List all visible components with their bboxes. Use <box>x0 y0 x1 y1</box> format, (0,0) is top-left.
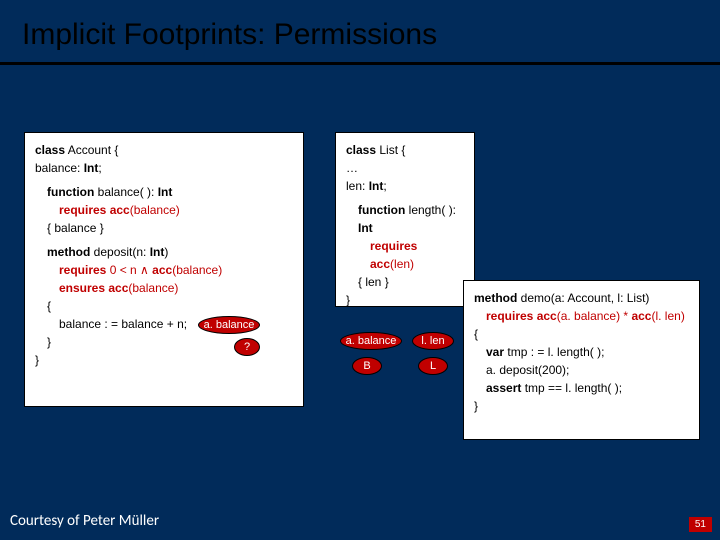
text: * <box>620 309 631 323</box>
kw-method: method <box>47 245 90 259</box>
text: ; <box>383 179 386 193</box>
text: (balance) <box>172 263 222 277</box>
text: ; <box>98 161 101 175</box>
kw-int: Int <box>150 245 165 259</box>
pill-a-balance-2: a. balance <box>340 332 402 350</box>
kw-class: class <box>346 143 376 157</box>
pill-a-balance: a. balance <box>198 316 260 334</box>
kw-int: Int <box>84 161 99 175</box>
kw-requires: requires <box>59 203 106 217</box>
text: balance( ): <box>94 185 157 199</box>
page-number: 51 <box>689 517 712 532</box>
kw-ensures: ensures <box>59 281 105 295</box>
kw-assert: assert <box>486 381 521 395</box>
text: ) <box>164 245 168 259</box>
page-title: Implicit Footprints: Permissions <box>0 0 720 52</box>
text: } <box>35 353 39 367</box>
kw-acc: acc <box>533 309 556 323</box>
text: 0 < n ∧ <box>106 263 152 277</box>
kw-method: method <box>474 291 517 305</box>
text: { <box>47 299 51 313</box>
kw-requires: requires <box>486 309 533 323</box>
text: } <box>47 335 51 349</box>
code-box-account: class Account { balance: Int; function b… <box>24 132 304 407</box>
kw-var: var <box>486 345 504 359</box>
code-box-demo: method demo(a: Account, l: List) require… <box>463 280 700 440</box>
pill-b: B <box>352 357 382 375</box>
text: (balance) <box>128 281 178 295</box>
kw-requires: requires <box>370 239 417 253</box>
text: deposit(n: <box>90 245 149 259</box>
kw-int: Int <box>158 185 173 199</box>
text: (a. balance) <box>557 309 620 323</box>
kw-acc: acc <box>105 281 128 295</box>
text: tmp == l. length( ); <box>521 381 622 395</box>
kw-requires: requires <box>59 263 106 277</box>
text: { len } <box>358 275 389 289</box>
kw-function: function <box>47 185 94 199</box>
text: Account { <box>65 143 118 157</box>
kw-acc: acc <box>152 263 172 277</box>
title-divider <box>0 62 720 65</box>
text: tmp : = l. length( ); <box>504 345 604 359</box>
text: List { <box>376 143 405 157</box>
text: length( ): <box>405 203 456 217</box>
pill-question: ? <box>234 338 260 356</box>
text: (balance) <box>130 203 180 217</box>
kw-acc: acc <box>370 257 390 271</box>
text: { <box>474 327 478 341</box>
text: len: <box>346 179 369 193</box>
kw-int: Int <box>369 179 384 193</box>
footer-credit: Courtesy of Peter Müller <box>10 512 159 530</box>
text: balance : = balance + n; <box>59 317 187 331</box>
text: (len) <box>390 257 414 271</box>
text: … <box>346 161 358 175</box>
pill-l-len: l. len <box>412 332 454 350</box>
pill-l: L <box>418 357 448 375</box>
kw-int: Int <box>358 221 373 235</box>
text: } <box>474 399 478 413</box>
text: { balance } <box>47 221 104 235</box>
kw-class: class <box>35 143 65 157</box>
kw-function: function <box>358 203 405 217</box>
kw-acc: acc <box>631 309 651 323</box>
text: balance: <box>35 161 84 175</box>
text: a. deposit(200); <box>486 363 569 377</box>
kw-acc: acc <box>106 203 129 217</box>
text: demo(a: Account, l: List) <box>517 291 649 305</box>
text: } <box>346 293 350 307</box>
code-box-list: class List { … len: Int; function length… <box>335 132 475 307</box>
text: (l. len) <box>651 309 684 323</box>
